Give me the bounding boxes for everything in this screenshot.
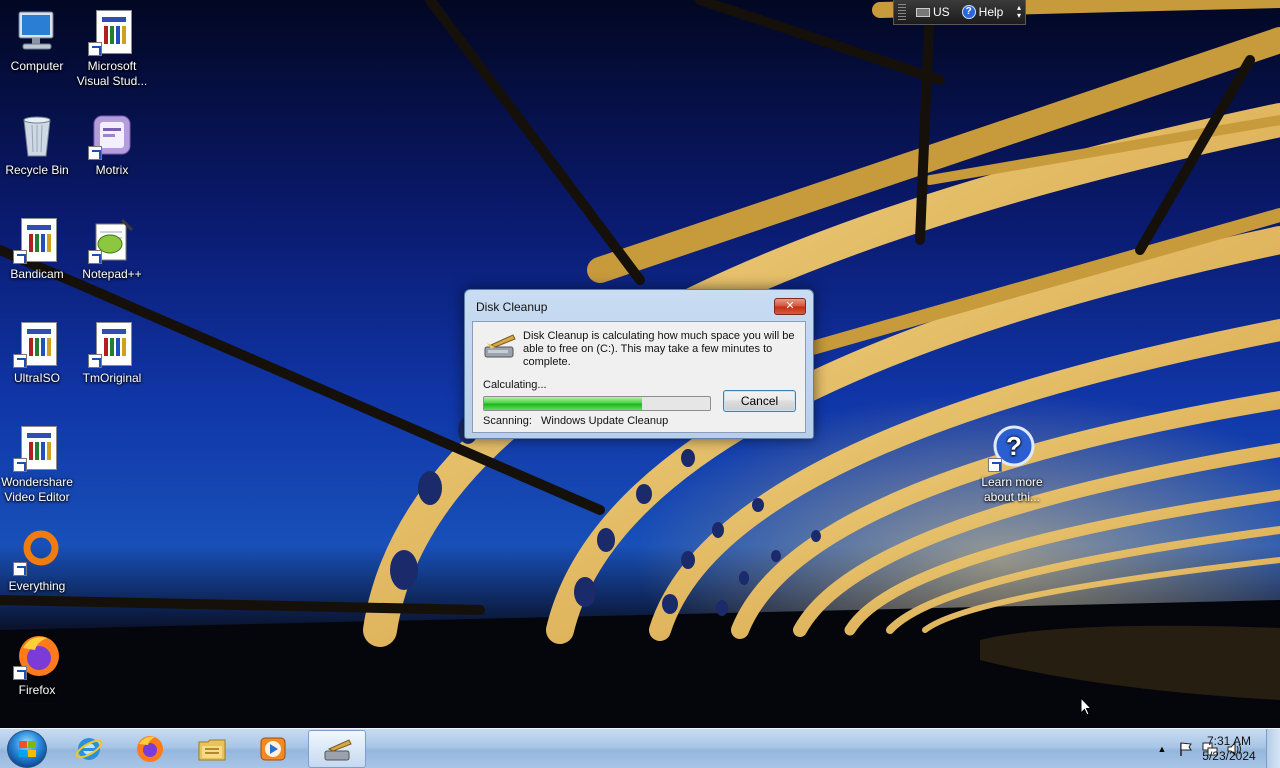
language-bar-help-button[interactable]: ? Help xyxy=(961,5,1004,19)
desktop-icon-visual-studio[interactable]: Microsoft Visual Stud... xyxy=(75,8,149,89)
svg-text:?: ? xyxy=(1006,431,1022,461)
status-text: Calculating... xyxy=(483,379,547,391)
disk-cleanup-icon xyxy=(484,334,516,358)
shortcut-arrow-icon xyxy=(88,146,102,160)
taskbar-button-windows-explorer[interactable] xyxy=(183,730,241,768)
desktop-icon-notepad-plus-plus[interactable]: Notepad++ xyxy=(75,216,149,282)
shortcut-arrow-icon xyxy=(88,354,102,368)
desktop-icon-label: Microsoft Visual Stud... xyxy=(76,59,148,88)
mouse-cursor-icon xyxy=(1080,697,1092,716)
desktop-icon-ultraiso[interactable]: UltraISO xyxy=(0,320,74,386)
desktop-icon-label: Everything xyxy=(8,579,66,593)
system-clock[interactable]: 7:31 AM 5/23/2024 xyxy=(1196,734,1262,764)
action-center-flag-icon[interactable] xyxy=(1178,741,1194,757)
recycle-bin-icon xyxy=(23,116,51,157)
shortcut-arrow-icon xyxy=(13,562,27,576)
scan-status: Scanning: Windows Update Cleanup xyxy=(483,415,668,427)
dialog-body: Disk Cleanup is calculating how much spa… xyxy=(472,321,806,433)
help-icon: ? xyxy=(961,5,976,19)
dialog-title: Disk Cleanup xyxy=(476,300,548,314)
shortcut-arrow-icon xyxy=(88,250,102,264)
desktop-icon-computer[interactable]: Computer xyxy=(0,8,74,74)
desktop-icon-everything[interactable]: Everything xyxy=(0,528,74,594)
desktop-icon-label: Firefox xyxy=(18,683,56,697)
shortcut-arrow-icon xyxy=(88,42,102,56)
desktop-icon-label: Motrix xyxy=(95,163,129,177)
desktop-icon-firefox[interactable]: Firefox xyxy=(0,632,74,698)
scan-label: Scanning: xyxy=(483,415,532,427)
progress-bar-fill xyxy=(484,397,643,410)
show-hidden-icons-button[interactable]: ▲ xyxy=(1154,741,1170,757)
start-button[interactable] xyxy=(7,730,47,768)
folder-icon xyxy=(198,739,226,761)
computer-icon xyxy=(18,11,54,50)
shortcut-arrow-icon xyxy=(13,354,27,368)
desktop-icon-label: Computer xyxy=(10,59,64,73)
taskbar-button-media-player[interactable] xyxy=(244,730,302,768)
language-bar: US ? Help ▴ ▾ xyxy=(893,0,1026,25)
language-bar-grip[interactable] xyxy=(898,4,906,20)
language-bar-help-label: Help xyxy=(978,5,1004,19)
desktop-icon-motrix[interactable]: Motrix xyxy=(75,112,149,178)
shortcut-arrow-icon xyxy=(13,666,27,680)
shortcut-arrow-icon xyxy=(988,458,1002,472)
firefox-icon xyxy=(137,736,163,762)
windows-logo-icon xyxy=(19,741,37,758)
desktop-icon-learn-more[interactable]: ? Learn more about thi... xyxy=(975,424,1049,505)
clock-date: 5/23/2024 xyxy=(1202,749,1256,763)
media-player-icon xyxy=(260,737,286,761)
taskbar: ▲ 7:31 AM 5/23/2024 xyxy=(0,728,1280,768)
clock-time: 7:31 AM xyxy=(1206,734,1252,748)
disk-cleanup-dialog: Disk Cleanup ✕ Disk Cleanup is calculati… xyxy=(464,289,814,439)
scan-value: Windows Update Cleanup xyxy=(541,415,669,427)
language-indicator[interactable]: US xyxy=(933,5,950,19)
keyboard-icon xyxy=(916,7,930,17)
desktop-icon-wondershare-video-editor[interactable]: Wondershare Video Editor xyxy=(0,424,74,505)
taskbar-button-disk-cleanup[interactable] xyxy=(308,730,366,768)
desktop-icon-label: Wondershare Video Editor xyxy=(1,475,73,504)
progress-bar xyxy=(483,396,711,411)
show-desktop-button[interactable] xyxy=(1266,729,1280,768)
desktop-icon-tmoriginal[interactable]: TmOriginal xyxy=(75,320,149,386)
taskbar-button-internet-explorer[interactable] xyxy=(60,730,118,768)
desktop-icon-label: TmOriginal xyxy=(82,371,142,385)
shortcut-arrow-icon xyxy=(13,458,27,472)
cancel-button[interactable]: Cancel xyxy=(723,390,796,412)
desktop-icon-bandicam[interactable]: Bandicam xyxy=(0,216,74,282)
close-button[interactable]: ✕ xyxy=(774,298,806,315)
desktop-icon-label: Recycle Bin xyxy=(5,163,69,177)
desktop-icon-label: Learn more about thi... xyxy=(981,475,1043,504)
desktop-icon-label: Bandicam xyxy=(10,267,64,281)
desktop-icon-label: Notepad++ xyxy=(82,267,142,281)
desktop-icon-label: UltraISO xyxy=(13,371,60,385)
language-bar-options-button[interactable]: ▴ ▾ xyxy=(1017,4,1021,20)
taskbar-button-firefox[interactable] xyxy=(121,730,179,768)
dialog-message: Disk Cleanup is calculating how much spa… xyxy=(523,330,795,368)
shortcut-arrow-icon xyxy=(13,250,27,264)
ie-icon xyxy=(75,738,103,760)
desktop-icon-recycle-bin[interactable]: Recycle Bin xyxy=(0,112,74,178)
disk-cleanup-icon xyxy=(324,739,352,761)
